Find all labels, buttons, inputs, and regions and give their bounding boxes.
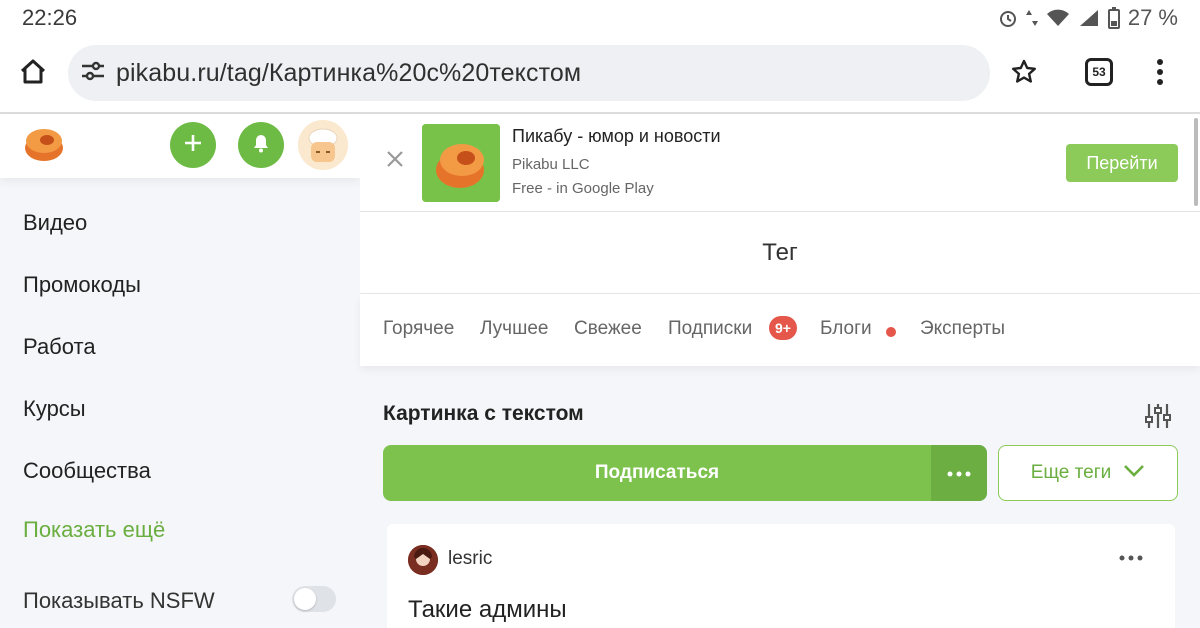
subscribe-button[interactable]: Подписаться (383, 445, 931, 501)
go-button[interactable]: Перейти (1066, 144, 1178, 182)
browser-toolbar: pikabu.ru/tag/Картинка%20с%20текстом 53 (0, 36, 1200, 112)
user-avatar[interactable] (298, 120, 348, 170)
tab-fresh[interactable]: Свежее (574, 318, 642, 340)
post-title[interactable]: Такие админы (408, 596, 567, 624)
sidebar-header (0, 114, 360, 178)
tag-heading: Картинка с текстом (383, 402, 584, 425)
sidebar: Видео Промокоды Работа Курсы Сообщества … (0, 114, 360, 628)
close-icon[interactable] (386, 150, 404, 173)
page-header: Тег (360, 212, 1200, 294)
app-publisher: Pikabu LLC (512, 156, 590, 173)
home-icon (18, 57, 48, 92)
show-more-link[interactable]: Показать ещё (23, 517, 165, 543)
main-content: Пикабу - юмор и новости Pikabu LLC Free … (360, 114, 1200, 628)
sidebar-item-video[interactable]: Видео (23, 210, 87, 236)
nsfw-label: Показывать NSFW (23, 588, 215, 613)
subscriptions-badge: 9+ (769, 316, 797, 340)
app-store-info: Free - in Google Play (512, 180, 654, 197)
tab-blogs[interactable]: Блоги (820, 318, 872, 340)
url-text: pikabu.ru/tag/Картинка%20с%20текстом (116, 58, 582, 87)
post-more-icon[interactable] (1119, 548, 1143, 566)
tab-hot[interactable]: Горячее (383, 318, 454, 340)
plus-icon (183, 133, 203, 158)
site-settings-icon[interactable] (80, 60, 106, 87)
subscribe-button-group: Подписаться (383, 445, 987, 501)
clock: 22:26 (22, 5, 78, 30)
more-horiz-icon (947, 464, 971, 482)
app-icon (422, 124, 500, 202)
app-title: Пикабу - юмор и новости (512, 126, 721, 146)
scrollbar[interactable] (1194, 118, 1198, 206)
status-bar: 22:26 27 % (0, 0, 1200, 36)
filter-sliders-icon[interactable] (1144, 402, 1172, 435)
sidebar-item-promocodes[interactable]: Промокоды (23, 272, 141, 298)
data-arrows-icon (1025, 8, 1038, 28)
author-name[interactable]: lesric (448, 548, 492, 570)
tab-switcher-button[interactable]: 53 (1085, 58, 1113, 86)
more-tags-label: Еще теги (1030, 462, 1112, 483)
author-avatar[interactable] (408, 545, 438, 575)
tab-subscriptions[interactable]: Подписки (668, 318, 752, 340)
sidebar-item-courses[interactable]: Курсы (23, 396, 86, 422)
page-title: Тег (762, 238, 798, 266)
battery-percent: 27 % (1127, 5, 1178, 30)
notifications-button[interactable] (238, 122, 284, 168)
sidebar-item-work[interactable]: Работа (23, 334, 96, 360)
bell-icon (252, 133, 270, 158)
chevron-down-icon (1123, 462, 1145, 484)
tab-best[interactable]: Лучшее (480, 318, 548, 340)
more-vert-icon[interactable] (1156, 58, 1164, 91)
wifi-icon (1046, 8, 1070, 28)
signal-icon (1078, 8, 1100, 28)
address-bar[interactable]: pikabu.ru/tag/Картинка%20с%20текстом (68, 45, 990, 101)
pikabu-logo[interactable] (22, 124, 66, 164)
toggle-knob (294, 588, 316, 610)
battery-icon (1107, 7, 1120, 29)
app-install-banner: Пикабу - юмор и новости Pikabu LLC Free … (360, 114, 1200, 212)
sidebar-item-communities[interactable]: Сообщества (23, 458, 151, 484)
nsfw-toggle[interactable] (292, 586, 336, 612)
home-button[interactable] (0, 44, 66, 104)
more-tags-button[interactable]: Еще теги (998, 445, 1178, 501)
feed-tabs: Горячее Лучшее Свежее Подписки 9+ Блоги … (360, 294, 1200, 366)
status-icons: 27 % (998, 5, 1178, 31)
add-post-button[interactable] (170, 122, 216, 168)
bookmark-star-icon[interactable] (1010, 58, 1038, 91)
post-card: lesric Такие админы (387, 524, 1175, 628)
tab-experts[interactable]: Эксперты (920, 318, 1005, 340)
subscribe-options-button[interactable] (931, 445, 987, 501)
alarm-icon (998, 8, 1018, 28)
blogs-dot (886, 327, 896, 337)
